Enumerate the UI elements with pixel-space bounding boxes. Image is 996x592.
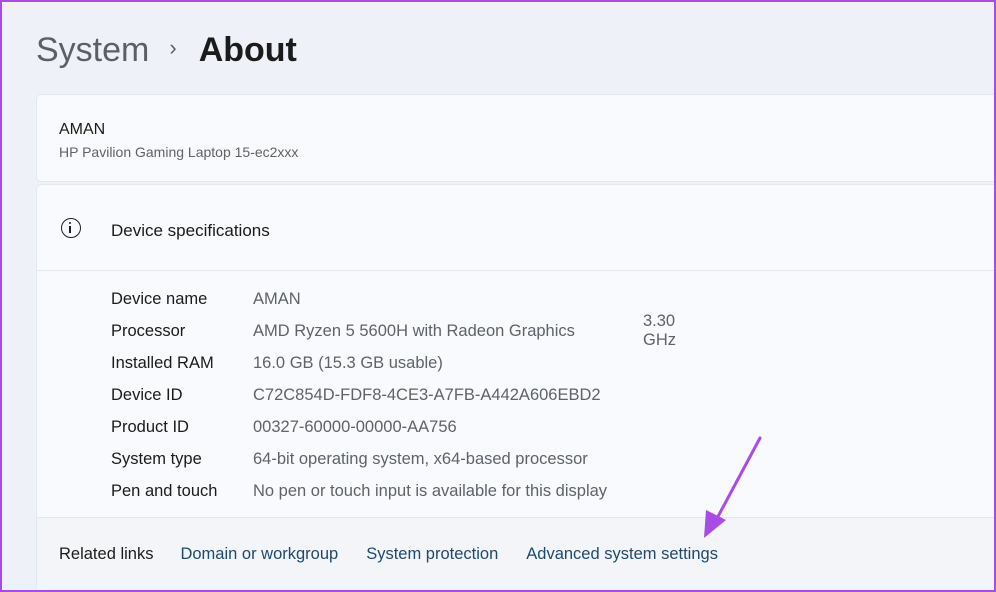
spec-value: 64-bit operating system, x64-based proce… [253, 449, 588, 468]
spec-value: AMD Ryzen 5 5600H with Radeon Graphics [253, 321, 575, 340]
spec-row-device-id: Device ID C72C854D-FDF8-4CE3-A7FB-A442A6… [111, 379, 607, 411]
advanced-system-settings-link[interactable]: Advanced system settings [526, 545, 718, 564]
spec-row-pen-and-touch: Pen and touch No pen or touch input is a… [111, 475, 607, 507]
spec-label: Installed RAM [111, 353, 214, 372]
related-links-bar: Related links Domain or workgroup System… [37, 517, 994, 590]
device-name: AMAN [59, 121, 106, 138]
device-specifications-title: Device specifications [111, 221, 270, 240]
spec-value: No pen or touch input is available for t… [253, 481, 608, 500]
spec-label: Device name [111, 289, 208, 308]
page-title: About [198, 31, 297, 69]
spec-label: Processor [111, 321, 186, 340]
device-card: AMAN HP Pavilion Gaming Laptop 15-ec2xxx [36, 94, 994, 182]
info-icon [61, 218, 81, 238]
spec-row-device-name: Device name AMAN [111, 283, 607, 315]
breadcrumb: System › About [36, 28, 297, 72]
chevron-right-icon: › [169, 35, 177, 60]
spec-list: Device name AMAN Processor AMD Ryzen 5 5… [111, 283, 676, 507]
processor-speed: 3.30 GHz [643, 312, 676, 349]
spec-row-product-id: Product ID 00327-60000-00000-AA756 [111, 411, 607, 443]
device-specifications-header[interactable]: Device specifications [37, 185, 994, 271]
spec-label: System type [111, 449, 202, 468]
system-protection-link[interactable]: System protection [366, 545, 498, 564]
related-links-label: Related links [59, 544, 154, 563]
spec-value: AMAN [253, 289, 301, 308]
domain-or-workgroup-link[interactable]: Domain or workgroup [180, 545, 338, 564]
device-specifications-card: Device specifications Device name AMAN P… [36, 184, 994, 590]
spec-row-processor: Processor AMD Ryzen 5 5600H with Radeon … [111, 312, 676, 349]
spec-value: 16.0 GB (15.3 GB usable) [253, 353, 443, 372]
spec-value: C72C854D-FDF8-4CE3-A7FB-A442A606EBD2 [253, 385, 601, 404]
breadcrumb-system[interactable]: System [36, 28, 149, 72]
spec-row-installed-ram: Installed RAM 16.0 GB (15.3 GB usable) [111, 347, 607, 379]
spec-label: Product ID [111, 417, 189, 436]
spec-label: Device ID [111, 385, 183, 404]
spec-value: 00327-60000-00000-AA756 [253, 417, 457, 436]
spec-label: Pen and touch [111, 481, 218, 500]
device-model: HP Pavilion Gaming Laptop 15-ec2xxx [59, 144, 299, 160]
spec-row-system-type: System type 64-bit operating system, x64… [111, 443, 607, 475]
